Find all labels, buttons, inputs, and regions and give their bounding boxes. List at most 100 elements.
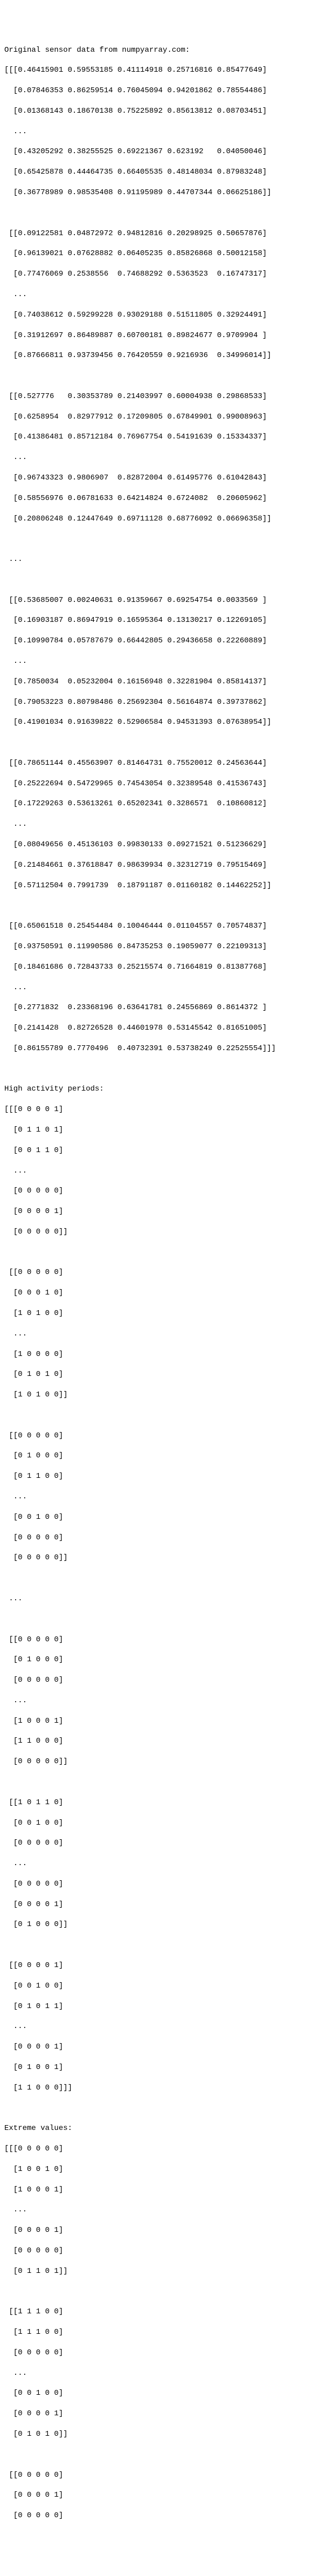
data-row: [0 0 0 0 0]: [4, 2246, 330, 2256]
data-row: [0 0 0 0 0]: [4, 1838, 330, 1848]
data-row: [0.96139021 0.07628882 0.06405235 0.8582…: [4, 249, 330, 259]
ellipsis: ...: [4, 1492, 330, 1502]
data-row: [[0 0 0 0 0]: [4, 1635, 330, 1645]
data-row: [1 1 0 0 0]]]: [4, 2083, 330, 2093]
blank: [4, 1940, 330, 1950]
data-row: [0.6258954 0.82977912 0.17209805 0.67849…: [4, 412, 330, 422]
data-row: [1 0 0 0 1]: [4, 2185, 330, 2195]
data-row: [[0.527776 0.30353789 0.21403997 0.60004…: [4, 392, 330, 402]
data-row: [[0.65061518 0.25454484 0.10046444 0.011…: [4, 921, 330, 931]
data-row: [0 1 0 0 0]]: [4, 1920, 330, 1930]
ellipsis: ...: [4, 1166, 330, 1176]
data-row: [0.57112504 0.7991739 0.18791187 0.01160…: [4, 881, 330, 891]
data-row: [0 1 0 0 0]: [4, 1451, 330, 1461]
data-row: [0.79053223 0.80798486 0.25692304 0.5616…: [4, 697, 330, 708]
blank: [4, 2450, 330, 2460]
ellipsis: ...: [4, 1859, 330, 1869]
blank: [4, 1248, 330, 1258]
data-row: [0 0 0 1 0]: [4, 1288, 330, 1298]
blank: [4, 2103, 330, 2113]
blank: [4, 208, 330, 218]
data-row: [0.31912697 0.86489887 0.60700181 0.8982…: [4, 331, 330, 341]
data-row: [0.87666811 0.93739456 0.76420559 0.9216…: [4, 351, 330, 361]
data-row: [[[0 0 0 0 0]: [4, 2144, 330, 2154]
data-row: [0.07846353 0.86259514 0.76045094 0.9420…: [4, 86, 330, 96]
data-row: [0 0 0 0 0]: [4, 1675, 330, 1686]
ellipsis: ...: [4, 819, 330, 830]
ellipsis: ...: [4, 2368, 330, 2379]
data-row: [[0.09122581 0.04872972 0.94812816 0.202…: [4, 229, 330, 239]
data-row: [0 1 1 0 0]: [4, 1471, 330, 1482]
data-row: [0 0 0 0 1]: [4, 2042, 330, 2052]
ellipsis: ...: [4, 290, 330, 300]
data-row: [1 0 0 1 0]: [4, 2164, 330, 2175]
blank: [4, 901, 330, 911]
data-row: [0 0 0 0 1]: [4, 1900, 330, 1910]
blank: [4, 1777, 330, 1787]
data-row: [0.36778989 0.98535408 0.91195989 0.4470…: [4, 188, 330, 198]
data-row: [0 0 0 0 0]: [4, 1186, 330, 1196]
data-row: [0.41386481 0.85712184 0.76967754 0.5419…: [4, 432, 330, 442]
data-row: [0 1 0 1 0]]: [4, 2429, 330, 2440]
data-row: [0 0 0 0 0]]: [4, 1553, 330, 1563]
ellipsis: ...: [4, 453, 330, 463]
blank: [4, 371, 330, 381]
data-row: [0 0 0 0 0]: [4, 2348, 330, 2358]
data-row: [0.86155789 0.7770496 0.40732391 0.53738…: [4, 1044, 330, 1054]
data-row: [0 1 0 1 0]: [4, 1369, 330, 1380]
data-row: [1 0 0 0 0]: [4, 1349, 330, 1360]
data-row: [0.77476069 0.2538556 0.74688292 0.53635…: [4, 269, 330, 279]
data-row: [0 1 1 0 1]]: [4, 2266, 330, 2277]
data-row: [0.58556976 0.06781633 0.64214824 0.6724…: [4, 494, 330, 504]
blank: [4, 1573, 330, 1584]
data-row: [0 0 0 0 0]]: [4, 1227, 330, 1237]
ellipsis: ...: [4, 1696, 330, 1706]
ellipsis: ...: [4, 2022, 330, 2032]
data-row: [0.25222694 0.54729965 0.74543054 0.3238…: [4, 779, 330, 789]
data-row: [[0 0 0 0 0]: [4, 1431, 330, 1441]
blank: [4, 1064, 330, 1074]
blank: [4, 1614, 330, 1625]
data-row: [0 1 0 0 1]: [4, 2063, 330, 2073]
ellipsis: ...: [4, 983, 330, 993]
section-header: Original sensor data from numpyarray.com…: [4, 45, 330, 56]
data-row: [0.74038612 0.59299228 0.93029188 0.5151…: [4, 310, 330, 320]
data-row: [0 0 0 0 1]: [4, 1207, 330, 1217]
data-row: [0.96743323 0.9806907 0.82872004 0.61495…: [4, 473, 330, 483]
data-row: [0.08049656 0.45136103 0.99830133 0.0927…: [4, 840, 330, 850]
data-row: [0 0 1 0 0]: [4, 1981, 330, 1991]
data-row: [0 0 0 0 1]: [4, 2490, 330, 2500]
blank: [4, 2287, 330, 2297]
data-row: [0 0 0 0 0]: [4, 2511, 330, 2521]
data-row: [1 0 1 0 0]: [4, 1308, 330, 1319]
ellipsis: ...: [4, 2205, 330, 2215]
data-row: [0.2141428 0.82726528 0.44601978 0.53145…: [4, 1023, 330, 1033]
data-row: [0 1 0 0 0]: [4, 1655, 330, 1665]
data-row: [[0 0 0 0 0]: [4, 1268, 330, 1278]
data-row: [[1 0 1 1 0]: [4, 1798, 330, 1808]
data-row: [1 0 0 0 1]: [4, 1716, 330, 1727]
data-row: [0.21484661 0.37618847 0.98639934 0.3231…: [4, 860, 330, 871]
data-row: [[[0.46415901 0.59553185 0.41114918 0.25…: [4, 65, 330, 76]
ellipsis: ...: [4, 656, 330, 667]
section-header: High activity periods:: [4, 1084, 330, 1094]
data-row: [[0 0 0 0 0]: [4, 2470, 330, 2481]
blank: [4, 1410, 330, 1421]
outer-ellipsis: ...: [4, 554, 330, 565]
data-row: [[0.53685007 0.00240631 0.91359667 0.692…: [4, 595, 330, 606]
ellipsis: ...: [4, 1329, 330, 1339]
data-row: [1 0 1 0 0]]: [4, 1390, 330, 1400]
ellipsis: ...: [4, 127, 330, 137]
data-row: [0.01368143 0.18670138 0.75225892 0.8561…: [4, 106, 330, 117]
data-row: [0.10990784 0.05787679 0.66442805 0.2943…: [4, 636, 330, 646]
data-row: [0 0 0 0 1]: [4, 2225, 330, 2236]
data-row: [0 1 1 0 1]: [4, 1125, 330, 1135]
data-row: [0.2771832 0.23368196 0.63641781 0.24556…: [4, 1003, 330, 1013]
data-row: [0 0 1 0 0]: [4, 1512, 330, 1523]
data-row: [1 1 0 0 0]: [4, 1736, 330, 1746]
data-row: [0.41901034 0.91639822 0.52906584 0.9453…: [4, 717, 330, 728]
data-row: [0.18461686 0.72843733 0.25215574 0.7166…: [4, 962, 330, 972]
data-row: [0 1 0 1 1]: [4, 2002, 330, 2012]
data-row: [0 0 0 0 0]]: [4, 1757, 330, 1767]
data-row: [[0.78651144 0.45563907 0.81464731 0.755…: [4, 758, 330, 769]
